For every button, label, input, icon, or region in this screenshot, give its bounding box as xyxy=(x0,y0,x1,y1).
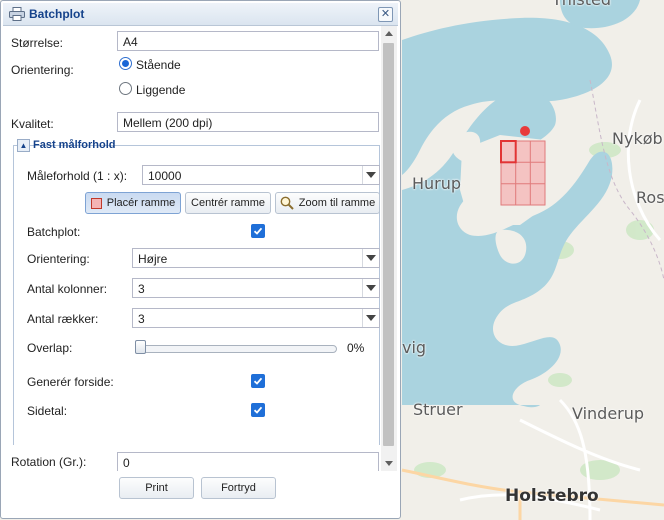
columns-value: 3 xyxy=(138,282,145,296)
dialog-content[interactable]: Størrelse: A4 Orientering: Stående Ligge… xyxy=(3,26,380,471)
map-label-holstebro: Holstebro xyxy=(505,486,599,506)
batchplot-dialog: Batchplot ✕ Størrelse: A4 Orientering: S… xyxy=(0,0,401,519)
rows-combobox[interactable]: 3 xyxy=(132,308,380,328)
chevron-down-icon[interactable] xyxy=(362,279,379,297)
dialog-titlebar[interactable]: Batchplot ✕ xyxy=(3,3,398,26)
columns-combobox[interactable]: 3 xyxy=(132,278,380,298)
map-label-vinderup: Vinderup xyxy=(572,404,645,423)
map-label-hurup: Hurup xyxy=(412,174,462,193)
collapse-toggle-icon[interactable]: ▲ xyxy=(17,139,30,152)
print-button-label: Print xyxy=(145,482,168,494)
place-frame-button[interactable]: Placér ramme xyxy=(85,192,181,214)
close-button[interactable]: ✕ xyxy=(378,7,393,22)
map-label-nykob: Nykøb xyxy=(612,129,663,148)
frame-marker-icon[interactable] xyxy=(520,126,530,136)
chevron-down-icon[interactable] xyxy=(362,309,379,327)
print-button[interactable]: Print xyxy=(119,477,194,499)
checkmark-icon xyxy=(253,227,263,235)
orientation-landscape-radio[interactable] xyxy=(119,82,132,95)
orientation-portrait-label[interactable]: Stående xyxy=(136,58,181,72)
frame-orientation-label: Orientering: xyxy=(27,252,90,266)
rotation-field[interactable]: 0 xyxy=(117,452,379,471)
overlap-value: 0% xyxy=(347,341,365,355)
chevron-down-icon[interactable] xyxy=(362,166,379,184)
page-numbers-label: Sidetal: xyxy=(27,404,68,418)
frame-orientation-combobox[interactable]: Højre xyxy=(132,248,380,268)
page-numbers-checkbox[interactable] xyxy=(251,403,265,417)
checkmark-icon xyxy=(253,377,263,385)
checkmark-icon xyxy=(253,406,263,414)
frame-orientation-value: Højre xyxy=(138,252,168,266)
quality-label: Kvalitet: xyxy=(11,117,54,131)
center-frame-label: Centrér ramme xyxy=(191,197,265,209)
rotation-label: Rotation (Gr.): xyxy=(11,455,87,469)
scale-value: 10000 xyxy=(148,169,182,183)
place-frame-label: Placér ramme xyxy=(106,197,176,209)
scroll-up-arrow-icon[interactable] xyxy=(385,31,393,36)
orientation-label: Orientering: xyxy=(11,63,74,77)
print-frame-grid[interactable] xyxy=(500,140,546,206)
frame-area xyxy=(501,141,545,205)
rows-label: Antal rækker: xyxy=(27,312,99,326)
map-label-struer: Struer xyxy=(413,400,463,419)
frontpage-label: Generér forside: xyxy=(27,375,114,389)
dialog-title: Batchplot xyxy=(29,7,85,21)
batchplot-label: Batchplot: xyxy=(27,225,81,239)
magnifier-icon xyxy=(280,196,294,210)
map-label-vig: vig xyxy=(402,338,427,357)
printer-icon xyxy=(9,7,25,21)
fixed-scale-legend[interactable]: ▲ Fast målforhold xyxy=(17,139,116,153)
batchplot-checkbox[interactable] xyxy=(251,224,265,238)
zoom-to-frame-button[interactable]: Zoom til ramme xyxy=(275,192,380,214)
cancel-button[interactable]: Fortryd xyxy=(201,477,276,499)
scrollbar-thumb[interactable] xyxy=(383,43,394,446)
frontpage-checkbox[interactable] xyxy=(251,374,265,388)
overlap-slider-track[interactable] xyxy=(137,345,337,353)
scale-label: Måleforhold (1 : x): xyxy=(27,169,128,183)
quality-field[interactable]: Mellem (200 dpi) xyxy=(117,112,379,132)
rows-value: 3 xyxy=(138,312,145,326)
map-label-ros: Ros xyxy=(636,188,664,207)
size-field[interactable]: A4 xyxy=(117,31,379,51)
map-label-thisted: Thisted xyxy=(552,0,611,9)
overlap-slider-thumb[interactable] xyxy=(135,340,146,354)
fixed-scale-title: Fast målforhold xyxy=(33,139,116,151)
scale-combobox[interactable]: 10000 xyxy=(142,165,380,185)
columns-label: Antal kolonner: xyxy=(27,282,108,296)
size-label: Størrelse: xyxy=(11,36,64,50)
cancel-button-label: Fortryd xyxy=(221,482,256,494)
dialog-scrollbar[interactable] xyxy=(381,26,397,471)
overlap-label: Overlap: xyxy=(27,341,73,355)
orientation-landscape-label[interactable]: Liggende xyxy=(136,83,185,97)
close-icon: ✕ xyxy=(380,8,391,20)
center-frame-button[interactable]: Centrér ramme xyxy=(185,192,271,214)
zoom-to-frame-label: Zoom til ramme xyxy=(298,197,376,209)
scroll-down-arrow-icon[interactable] xyxy=(385,461,393,466)
orientation-portrait-radio[interactable] xyxy=(119,57,132,70)
frame-icon xyxy=(90,197,102,209)
chevron-down-icon[interactable] xyxy=(362,249,379,267)
